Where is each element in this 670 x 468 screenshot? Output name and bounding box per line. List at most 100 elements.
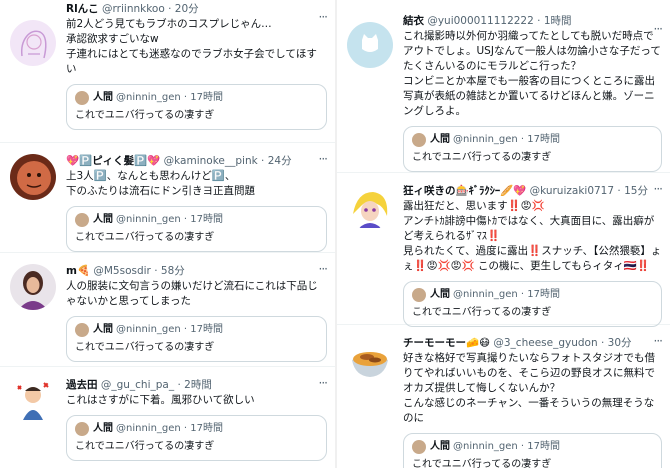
more-options-icon[interactable]: ··· (654, 182, 664, 196)
quoted-text: これでユニバ行ってるの凄すぎ (75, 342, 215, 353)
timestamp: · 15分 (617, 185, 648, 197)
handle[interactable]: @yui000011112222 (427, 15, 533, 27)
tweet-text: これはさすがに下着。風邪ひいて欲しい (66, 394, 255, 406)
tweet-text: 上3人🅿️、なんとも思わんけど🅿️、 下のふたりは流石にドン引きヨ正直問題 (66, 170, 255, 197)
quoted-display-name: 人間 (93, 423, 113, 434)
more-options-icon[interactable]: ··· (654, 334, 664, 348)
tweet-card[interactable]: 狂ィ咲きの🎰ｷﾞﾗｸｼｰ🥖💖 @kuruizaki0717 · 15分 露出狂だ… (337, 172, 670, 327)
tweet-card[interactable]: 💖🅿️ピィく髪🅿️💖 @kaminoke__pink · 24分 上3人🅿️、な… (0, 142, 335, 253)
handle[interactable]: @_gu_chi_pa_ (101, 379, 174, 391)
default-cat-avatar-icon (347, 22, 393, 68)
quoted-text: これでユニバ行ってるの凄すぎ (75, 232, 215, 243)
girl-sketch-avatar-icon (10, 20, 56, 66)
display-name[interactable]: 💖🅿️ピィく髪🅿️💖 (66, 155, 160, 167)
face-photo-avatar-icon (10, 154, 56, 200)
tweet-card[interactable]: Rlんこ @rriinnkkoo · 20分 前2人どう見てもラブホのコスプレじ… (0, 0, 335, 143)
display-name[interactable]: Rlんこ (66, 3, 99, 15)
quoted-handle: @ninnin_gen (453, 289, 518, 300)
angry-man-avatar-icon (10, 378, 56, 424)
quoted-avatar (75, 213, 89, 227)
handle[interactable]: @3_cheese_gyudon (493, 337, 597, 349)
tweet-text: 前2人どう見てもラブホのコスプレじゃん… 承認欲求すごいなw 子連れにはとても迷… (66, 18, 317, 75)
avatar[interactable] (347, 184, 393, 230)
quoted-timestamp: 17時間 (527, 134, 561, 145)
avatar[interactable] (10, 20, 56, 66)
quoted-text: これでユニバ行ってるの凄すぎ (75, 110, 215, 121)
quoted-tweet[interactable]: 人間 @ninnin_gen · 17時間 これでユニバ行ってるの凄すぎ (66, 415, 327, 461)
tweet-card[interactable]: チーモーモー🧀😷 @3_cheese_gyudon · 30分 好きな格好で写真… (337, 324, 670, 468)
quoted-text: これでユニバ行ってるの凄すぎ (75, 441, 215, 452)
quoted-avatar (412, 133, 426, 147)
quoted-tweet[interactable]: 人間 @ninnin_gen · 17時間 これでユニバ行ってるの凄すぎ (66, 316, 327, 362)
quoted-text: これでユニバ行ってるの凄すぎ (412, 307, 552, 318)
quoted-avatar (412, 440, 426, 454)
quoted-handle: @ninnin_gen (453, 134, 518, 145)
timestamp: · 24分 (261, 155, 292, 167)
left-reply-column: Rlんこ @rriinnkkoo · 20分 前2人どう見てもラブホのコスプレじ… (0, 0, 335, 468)
quoted-display-name: 人間 (93, 214, 113, 225)
avatar[interactable] (347, 22, 393, 68)
right-reply-column: 結衣 @yui000011112222 · 1時間 これ撮影時以外何か羽織ってた… (337, 0, 670, 468)
avatar[interactable] (10, 154, 56, 200)
quoted-timestamp: 17時間 (190, 324, 224, 335)
tweet-card[interactable]: 結衣 @yui000011112222 · 1時間 これ撮影時以外何か羽織ってた… (337, 0, 670, 173)
tweet-text: 好きな格好で写真撮りたいならフォトスタジオでも借りてやればいいものを、そこら辺の… (403, 352, 655, 424)
more-options-icon[interactable]: ··· (319, 10, 329, 24)
quoted-display-name: 人間 (430, 441, 450, 452)
timestamp: · 58分 (154, 265, 185, 277)
tweet-card[interactable]: m🍕 @M5sosdir · 58分 人の服装に文句言うの嫌いだけど流石にこれは… (0, 252, 335, 367)
more-options-icon[interactable]: ··· (319, 376, 329, 390)
quoted-handle: @ninnin_gen (116, 214, 181, 225)
quoted-handle: @ninnin_gen (453, 441, 518, 452)
timestamp: · 2時間 (177, 379, 212, 391)
quoted-tweet[interactable]: 人間 @ninnin_gen · 17時間 これでユニバ行ってるの凄すぎ (66, 84, 327, 130)
quoted-timestamp: 17時間 (190, 214, 224, 225)
cartoon-girl-avatar-icon (347, 184, 393, 230)
quoted-text: これでユニバ行ってるの凄すぎ (412, 459, 552, 468)
quoted-timestamp: 17時間 (190, 92, 224, 103)
timestamp: · 20分 (168, 3, 199, 15)
display-name[interactable]: m🍕 (66, 265, 90, 277)
quoted-handle: @ninnin_gen (116, 324, 181, 335)
handle[interactable]: @rriinnkkoo (102, 3, 165, 15)
quoted-tweet[interactable]: 人間 @ninnin_gen · 17時間 これでユニバ行ってるの凄すぎ (403, 433, 662, 468)
tweet-text: 露出狂だと、思います‼️😡💢 アンチﾄｶ誹謗中傷ﾄｶではなく、大真面目に、露出癖… (403, 200, 662, 272)
quoted-text: これでユニバ行ってるの凄すぎ (412, 152, 552, 163)
quoted-handle: @ninnin_gen (116, 423, 181, 434)
timestamp: · 1時間 (537, 15, 572, 27)
timestamp: · 30分 (600, 337, 632, 349)
quoted-tweet[interactable]: 人間 @ninnin_gen · 17時間 これでユニバ行ってるの凄すぎ (66, 206, 327, 252)
tweet-text: これ撮影時以外何か羽織ってたとしても脱いだ時点でアウトでしょ。USJなんて一般人… (403, 30, 661, 117)
quoted-display-name: 人間 (93, 324, 113, 335)
handle[interactable]: @M5sosdir (93, 265, 151, 277)
quoted-handle: @ninnin_gen (116, 92, 181, 103)
display-name[interactable]: 狂ィ咲きの🎰ｷﾞﾗｸｼｰ🥖💖 (403, 185, 526, 197)
tweet-text: 人の服装に文句言うの嫌いだけど流石にこれは下品じゃないかと思ってしまった (66, 280, 318, 307)
handle[interactable]: @kaminoke__pink (164, 155, 258, 167)
quoted-avatar (75, 422, 89, 436)
more-options-icon[interactable]: ··· (319, 152, 329, 166)
display-name[interactable]: チーモーモー🧀😷 (403, 337, 490, 349)
display-name[interactable]: 結衣 (403, 15, 424, 27)
quoted-display-name: 人間 (430, 134, 450, 145)
tweet-header: Rlんこ @rriinnkkoo · 20分 (66, 2, 327, 16)
quoted-timestamp: 17時間 (190, 423, 224, 434)
quoted-avatar (75, 323, 89, 337)
quoted-avatar (412, 288, 426, 302)
quoted-display-name: 人間 (430, 289, 450, 300)
quoted-timestamp: 17時間 (527, 441, 561, 452)
avatar[interactable] (10, 378, 56, 424)
tweet-card[interactable]: 過去田 @_gu_chi_pa_ · 2時間 これはさすがに下着。風邪ひいて欲し… (0, 366, 335, 468)
quoted-tweet[interactable]: 人間 @ninnin_gen · 17時間 これでユニバ行ってるの凄すぎ (403, 281, 662, 327)
gyudon-bowl-avatar-icon (347, 336, 393, 382)
quoted-display-name: 人間 (93, 92, 113, 103)
display-name[interactable]: 過去田 (66, 379, 98, 391)
quoted-timestamp: 17時間 (527, 289, 561, 300)
more-options-icon[interactable]: ··· (319, 262, 329, 276)
avatar[interactable] (347, 336, 393, 382)
handle[interactable]: @kuruizaki0717 (530, 185, 614, 197)
quoted-tweet[interactable]: 人間 @ninnin_gen · 17時間 これでユニバ行ってるの凄すぎ (403, 126, 662, 172)
more-options-icon[interactable]: ··· (654, 22, 664, 36)
woman-photo-avatar-icon (10, 264, 56, 310)
avatar[interactable] (10, 264, 56, 310)
